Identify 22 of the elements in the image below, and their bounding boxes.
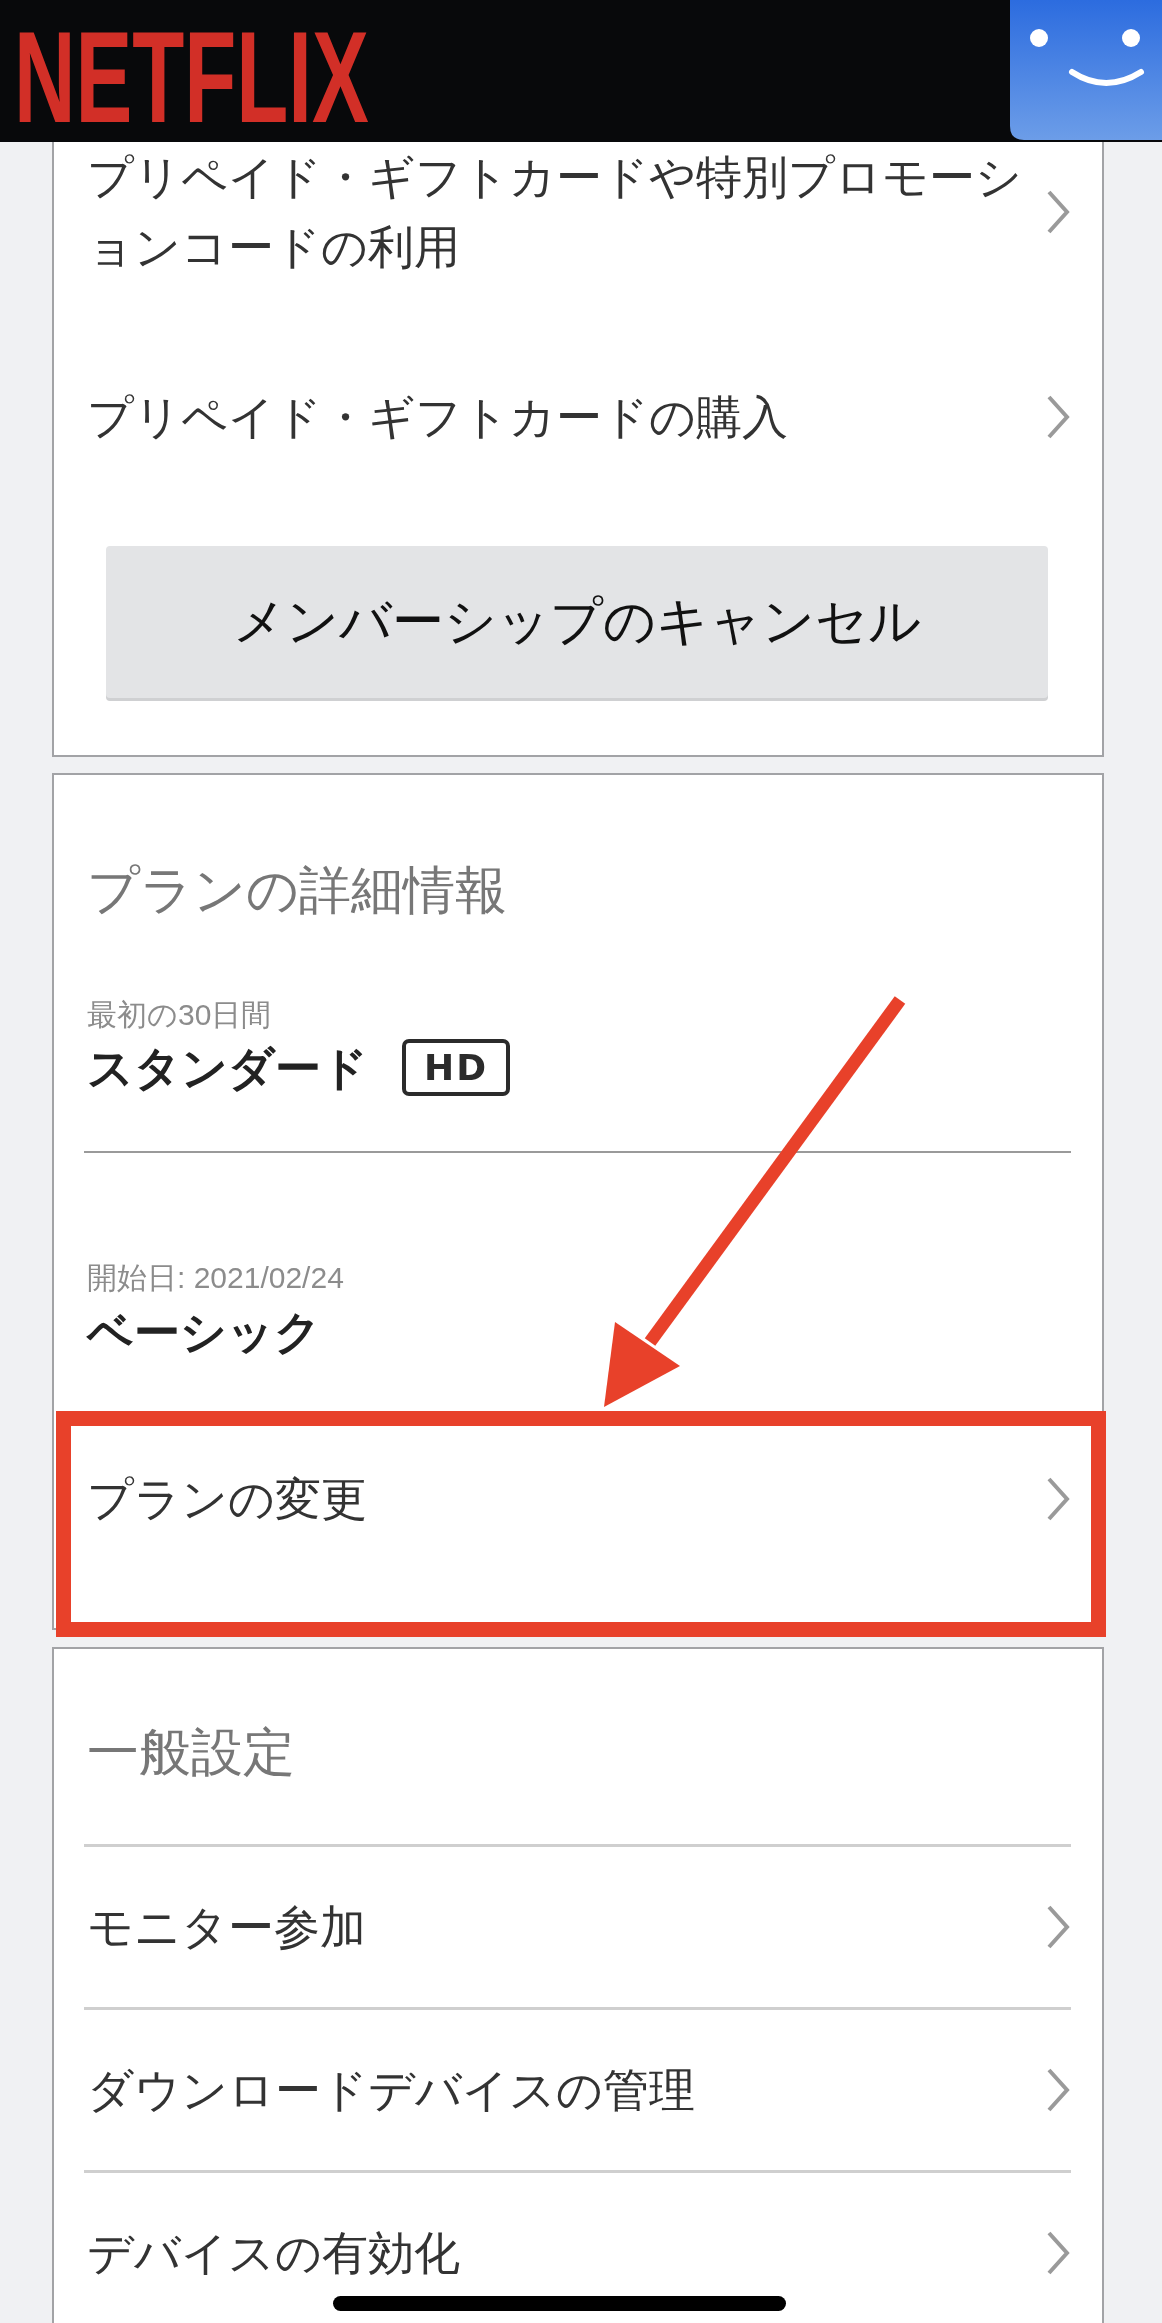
section-title: 一般設定 [86, 1722, 296, 1782]
menu-item[interactable]: プリペイド・ギフトカードの購入 [84, 332, 1102, 502]
chevron-icon [1045, 2230, 1071, 2276]
plan-note: 最初の30日間 [87, 997, 273, 1033]
chevron-icon [1045, 1476, 1071, 1522]
change-plan-item[interactable]: プランの変更 [84, 1410, 1102, 1620]
menu-item[interactable]: デバイスの有効化 [84, 2173, 1102, 2288]
chevron-icon [1045, 1904, 1071, 1950]
section-title: プランの詳細情報 [86, 860, 508, 920]
plan-name: スタンダード [87, 1040, 368, 1096]
plan-note: 開始日: 2021/02/24 [87, 1260, 345, 1296]
cancel-membership-button[interactable]: メンバーシップのキャンセル [106, 546, 1048, 698]
menu-item[interactable]: モニター参加 [84, 1847, 1102, 2007]
chevron-icon [1045, 394, 1071, 440]
brand-logo[interactable]: NETFLIX [14, 12, 369, 142]
chevron-icon [1045, 2067, 1071, 2113]
quality-badge: HD [402, 1039, 510, 1096]
menu-item[interactable]: プリペイド・ギフトカードや特別プロモーションコードの利用 [84, 142, 1102, 332]
plan-name: ベーシック [87, 1305, 321, 1360]
menu-item[interactable]: ダウンロードデバイスの管理 [84, 2010, 1102, 2170]
smiley-face-icon[interactable] [1010, 0, 1162, 140]
chevron-icon [1045, 189, 1071, 235]
